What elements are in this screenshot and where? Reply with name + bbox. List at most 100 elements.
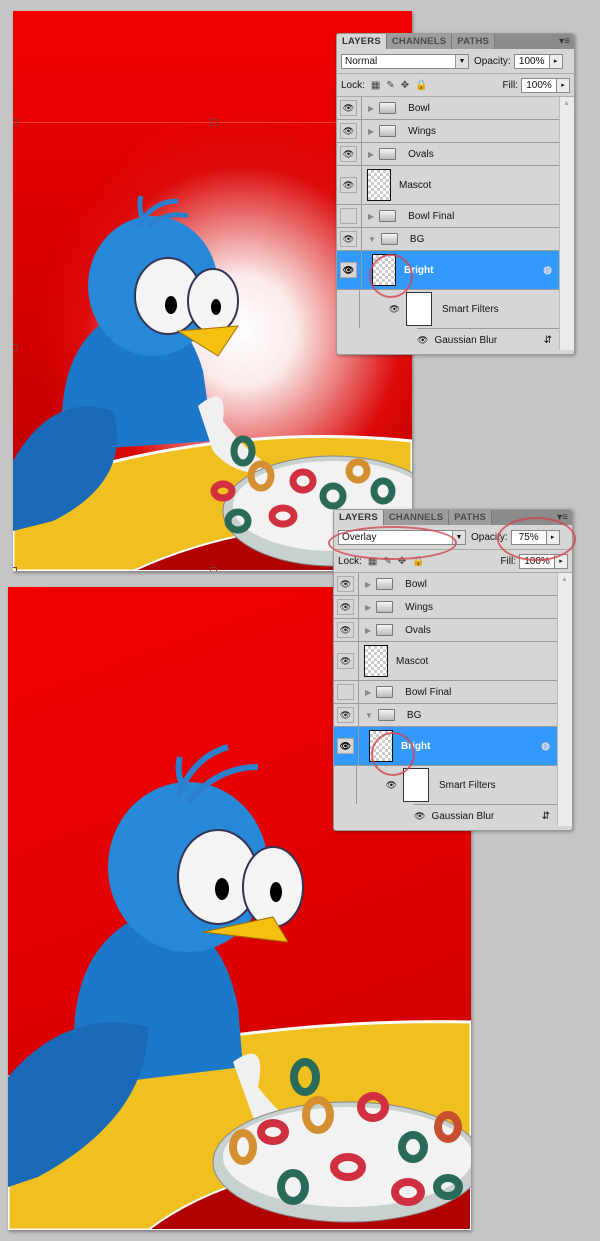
lock-move-icon[interactable]: ✥ [401,80,409,91]
eye-icon[interactable]: 👁 [360,304,400,315]
tab-paths[interactable]: PATHS [452,34,496,49]
layer-row-smart-filters[interactable]: 👁 Smart Filters [337,290,560,328]
collapse-triangle-icon[interactable]: ▼ [368,235,376,244]
eye-icon[interactable]: 👁 [340,146,357,162]
folder-icon [379,210,397,222]
layer-row-mascot[interactable]: 👁 Mascot [337,166,560,205]
panel-tabs: LAYERS CHANNELS PATHS ▾≡ [337,34,574,49]
lock-paint-icon[interactable]: ✎ [386,80,394,91]
layer-name: Bright [401,740,431,752]
blending-options-icon[interactable]: ⇵ [544,335,552,346]
layer-row-wings[interactable]: 👁 ▶ Wings [334,596,558,619]
expand-triangle-icon[interactable]: ▶ [368,127,374,136]
transform-handle[interactable] [13,119,17,126]
panel-menu-icon[interactable]: ▾≡ [557,512,568,523]
scrollbar[interactable]: ▲ [557,573,572,826]
eye-icon[interactable]: 👁 [340,262,357,278]
tab-channels[interactable]: CHANNELS [386,34,453,49]
transform-handle[interactable] [210,567,217,571]
layer-row-smart-filters[interactable]: 👁 Smart Filters [334,766,558,804]
fill-input[interactable]: 100% [519,553,555,569]
lock-transparent-icon[interactable]: ▦ [368,556,377,567]
scroll-up-icon[interactable]: ▲ [561,576,568,583]
opacity-input[interactable]: 100% [513,53,550,69]
layer-row-bowl[interactable]: 👁 ▶ Bowl [334,573,558,596]
layer-row-bg[interactable]: 👁 ▼ BG [337,228,560,251]
layer-row-gaussian-blur[interactable]: 👁 Gaussian Blur ⇵ [414,804,558,827]
lock-paint-icon[interactable]: ✎ [383,556,391,567]
lock-transparent-icon[interactable]: ▦ [371,80,380,91]
expand-triangle-icon[interactable]: ▶ [365,580,371,589]
eye-icon[interactable]: 👁 [340,123,357,139]
layer-row-ovals[interactable]: 👁 ▶ Ovals [334,619,558,642]
blending-options-icon[interactable]: ⇵ [542,811,550,822]
tab-paths[interactable]: PATHS [449,510,493,525]
tab-layers[interactable]: LAYERS [337,34,387,49]
layer-row-bg[interactable]: 👁 ▼ BG [334,704,558,727]
layer-row-mascot[interactable]: 👁 Mascot [334,642,558,681]
blend-mode-select[interactable]: Overlay ▼ [338,529,466,545]
tab-layers[interactable]: LAYERS [334,510,384,525]
eye-icon[interactable]: 👁 [414,811,425,822]
opacity-slider-button[interactable]: ▸ [546,529,560,545]
eye-icon[interactable]: 👁 [340,100,357,116]
layer-row-bowl-final[interactable]: ▶ Bowl Final [337,205,560,228]
eye-icon[interactable]: 👁 [340,231,357,247]
layer-row-bright[interactable]: 👁 Bright ◍ [337,251,560,290]
expand-triangle-icon[interactable]: ▶ [368,150,374,159]
expand-triangle-icon[interactable]: ▶ [365,603,371,612]
eye-icon[interactable]: 👁 [417,335,428,346]
opacity-label: Opacity: [474,55,511,67]
opacity-slider-button[interactable]: ▸ [549,53,563,69]
layer-name: Mascot [396,655,429,667]
layer-row-bowl-final[interactable]: ▶ Bowl Final [334,681,558,704]
layer-row-wings[interactable]: 👁 ▶ Wings [337,120,560,143]
eye-icon[interactable]: 👁 [337,622,354,638]
folder-icon [379,148,397,160]
filter-name: Gaussian Blur [434,334,498,346]
scroll-up-icon[interactable]: ▲ [563,100,570,107]
fill-slider-button[interactable]: ▸ [555,553,568,569]
layer-row-gaussian-blur[interactable]: 👁 Gaussian Blur ⇵ [417,328,560,351]
eye-icon[interactable]: 👁 [337,707,354,723]
layer-row-bowl[interactable]: 👁 ▶ Bowl [337,97,560,120]
eye-icon[interactable]: 👁 [340,177,357,193]
transform-handle[interactable] [13,344,17,351]
lock-all-icon[interactable]: 🔒 [415,80,427,91]
tab-channels[interactable]: CHANNELS [383,510,450,525]
fill-label: Fill: [502,79,518,91]
eye-icon[interactable]: 👁 [337,653,354,669]
layer-name: Bowl Final [408,210,455,222]
fill-slider-button[interactable]: ▸ [557,77,570,93]
eye-icon[interactable]: 👁 [357,780,397,791]
layer-row-ovals[interactable]: 👁 ▶ Ovals [337,143,560,166]
expand-triangle-icon[interactable]: ▶ [365,626,371,635]
eye-icon[interactable]: 👁 [337,599,354,615]
expand-triangle-icon[interactable]: ▶ [365,688,371,697]
folder-icon [380,233,398,245]
eye-hidden-icon[interactable] [340,208,357,224]
lock-move-icon[interactable]: ✥ [398,556,406,567]
folder-icon [377,709,395,721]
expand-triangle-icon[interactable]: ▶ [368,212,374,221]
fill-input[interactable]: 100% [521,77,557,93]
layer-row-bright[interactable]: 👁 Bright ◍ [334,727,558,766]
expand-triangle-icon[interactable]: ▶ [368,104,374,113]
folder-icon [376,601,394,613]
filter-mask-thumbnail [403,768,429,802]
eye-icon[interactable]: 👁 [337,738,354,754]
panel-menu-icon[interactable]: ▾≡ [559,36,570,47]
folder-icon [376,686,394,698]
blend-mode-value: Overlay [342,531,377,543]
lock-all-icon[interactable]: 🔒 [412,556,424,567]
scrollbar[interactable]: ▲ [559,97,574,350]
blend-mode-select[interactable]: Normal ▼ [341,53,469,69]
opacity-input[interactable]: 75% [510,529,547,545]
smart-filter-badge-icon: ◍ [541,740,550,752]
transform-handle[interactable] [210,119,217,126]
eye-icon[interactable]: 👁 [337,576,354,592]
eye-hidden-icon[interactable] [337,684,354,700]
transform-handle[interactable] [13,567,17,571]
collapse-triangle-icon[interactable]: ▼ [365,711,373,720]
layer-name: Mascot [399,179,432,191]
